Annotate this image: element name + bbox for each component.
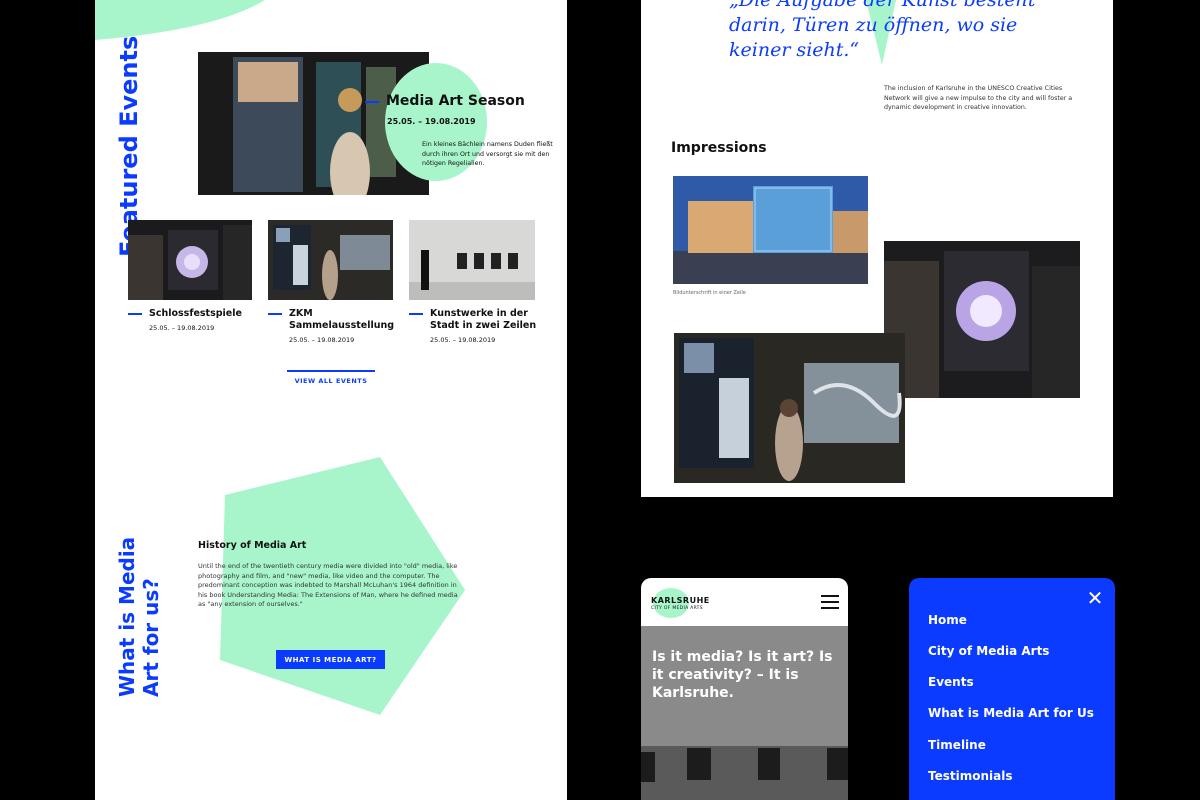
what-is-media-art-heading: What is Media Art for us? (115, 536, 163, 697)
history-heading: History of Media Art (198, 540, 307, 551)
event-title-3[interactable]: Kunstwerke in der Stadt in zwei Zeilen (430, 308, 542, 332)
event-image-2[interactable] (268, 220, 393, 300)
logo-main-text[interactable]: KARLSRUHE (651, 596, 710, 605)
event-image-3[interactable] (409, 220, 535, 300)
view-all-line (287, 370, 375, 372)
right-panel: „Die Aufgabe der Kunst besteht darin, Tü… (641, 0, 1113, 497)
menu-item-city-of-media-arts[interactable]: City of Media Arts (928, 644, 1049, 658)
what-is-media-art-button[interactable]: WHAT IS MEDIA ART? (276, 650, 385, 669)
menu-item-home[interactable]: Home (928, 613, 967, 627)
history-body-text: Until the end of the twentieth century m… (198, 562, 458, 608)
building-image-art (673, 176, 868, 284)
event-dash-1 (128, 313, 142, 315)
event-dash-2 (268, 313, 282, 315)
event-date-2: 25.05. – 19.08.2019 (289, 336, 355, 344)
dandelion-image-art (884, 241, 1080, 398)
mobile-menu: ✕ Home City of Media Arts Events What is… (909, 578, 1115, 800)
event-image-2-art (268, 220, 393, 300)
menu-item-what-is-media-art[interactable]: What is Media Art for Us (928, 706, 1094, 720)
event-image-1[interactable] (128, 220, 252, 300)
impressions-heading: Impressions (671, 140, 767, 156)
impression-image-screens[interactable] (674, 333, 905, 483)
left-panel: Featured Events Media Art Season 25.05. … (95, 0, 567, 800)
logo-sub-text: CITY OF MEDIA ARTS (651, 606, 703, 611)
close-icon[interactable]: ✕ (1085, 588, 1105, 608)
image-caption: Bildunterschrift in einer Zeile (673, 290, 746, 296)
event-date-3: 25.05. – 19.08.2019 (430, 336, 496, 344)
event-image-3-art (409, 220, 535, 300)
hero-event-date: 25.05. – 19.08.2019 (387, 117, 476, 126)
screens-image-art (674, 333, 905, 483)
quote-text: „Die Aufgabe der Kunst besteht darin, Tü… (729, 0, 1036, 61)
view-all-events-link[interactable]: VIEW ALL EVENTS (287, 377, 375, 385)
menu-item-events[interactable]: Events (928, 675, 974, 689)
event-title-2[interactable]: ZKM Sammelausstellung (289, 308, 399, 332)
hamburger-menu-icon[interactable] (821, 595, 839, 611)
mobile-hero-text: Is it media? Is it art? Is it creativity… (652, 649, 833, 701)
mobile-screen: KARLSRUHE CITY OF MEDIA ARTS Is it media… (641, 578, 848, 800)
hero-event-title[interactable]: Media Art Season (386, 93, 525, 109)
impression-image-building[interactable] (673, 176, 868, 284)
event-title-1[interactable]: Schlossfestspiele (149, 308, 242, 319)
hero-event-description: Ein kleines Bächlein namens Duden fließt… (422, 141, 553, 167)
quote-note: The inclusion of Karlsruhe in the UNESCO… (884, 85, 1073, 111)
impression-image-dandelion[interactable] (884, 241, 1080, 398)
menu-item-testimonials[interactable]: Testimonials (928, 769, 1012, 783)
menu-item-timeline[interactable]: Timeline (928, 738, 986, 752)
hero-title-dash (365, 101, 379, 103)
event-image-1-art (128, 220, 252, 300)
event-dash-3 (409, 313, 423, 315)
event-date-1: 25.05. – 19.08.2019 (149, 324, 215, 332)
